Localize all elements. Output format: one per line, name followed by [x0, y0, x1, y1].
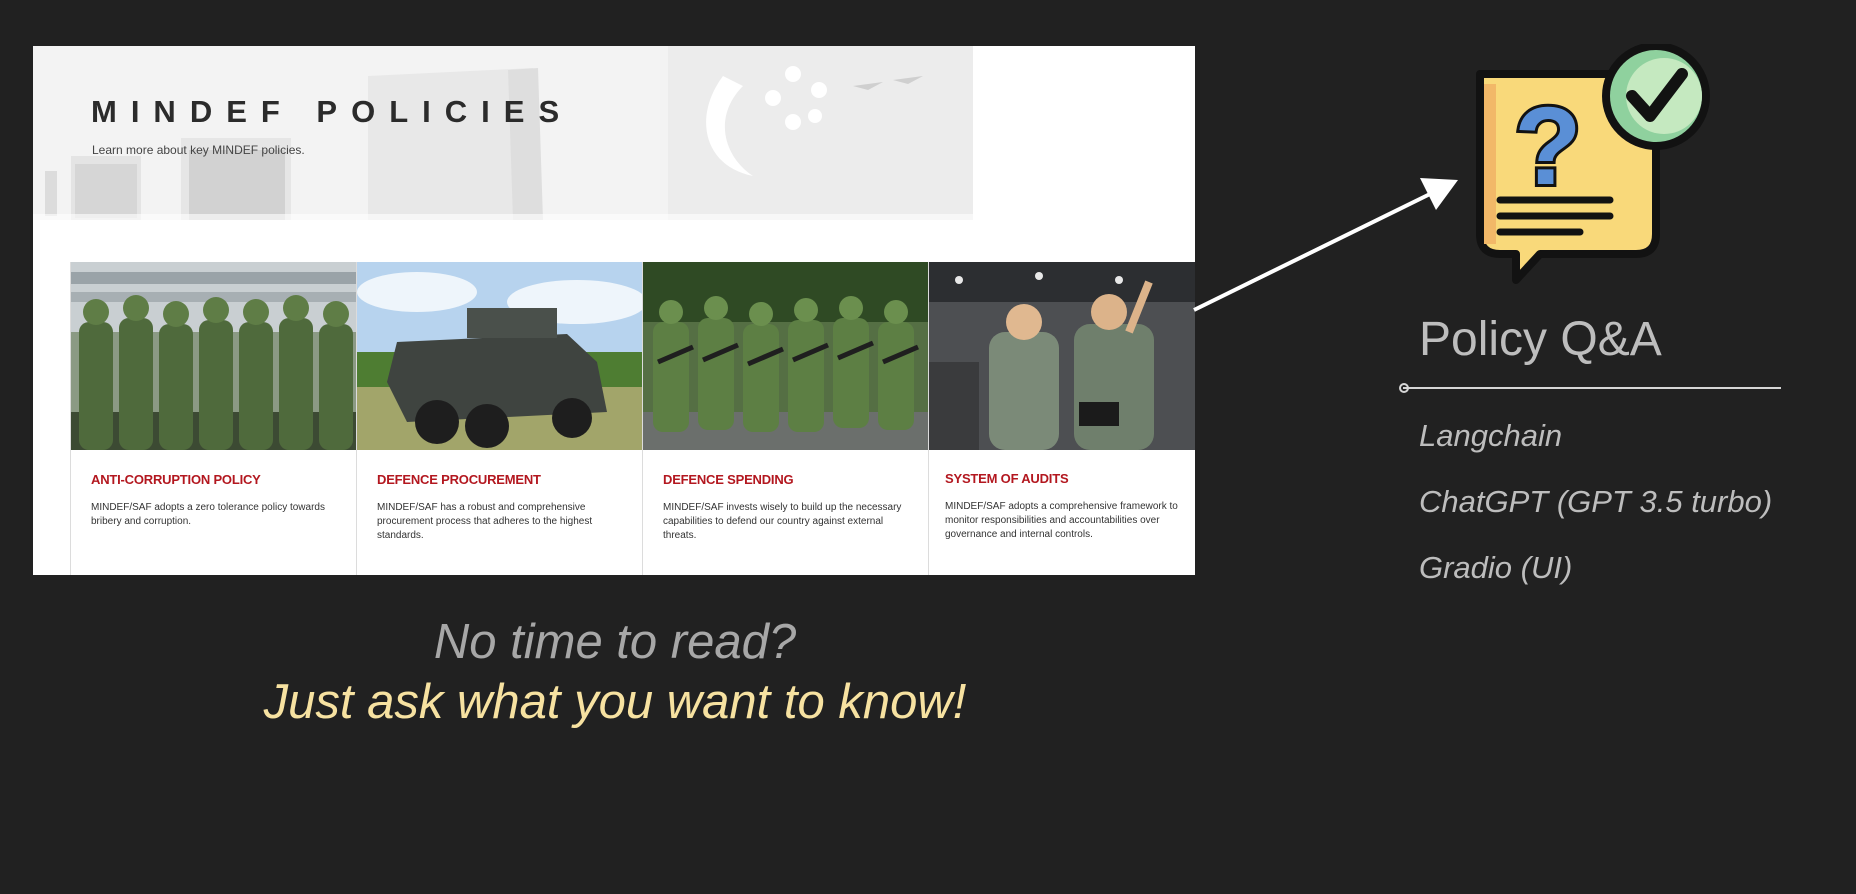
- card-description: MINDEF/SAF adopts a zero tolerance polic…: [91, 502, 325, 527]
- page-title: MINDEF POLICIES: [91, 94, 574, 129]
- officers-pointing-photo: [929, 262, 1195, 450]
- tech-item-langchain: Langchain: [1419, 418, 1563, 453]
- caption-highlight: Just ask what you want to know!: [263, 675, 967, 729]
- card-description: MINDEF/SAF has a robust and comprehensiv…: [377, 502, 593, 541]
- policy-card-system-of-audits[interactable]: SYSTEM OF AUDITS MINDEF/SAF adopts a com…: [928, 262, 1195, 575]
- card-title[interactable]: ANTI-CORRUPTION POLICY: [91, 472, 261, 487]
- policy-card-defence-procurement[interactable]: DEFENCE PROCUREMENT MINDEF/SAF has a rob…: [356, 262, 642, 575]
- card-title[interactable]: SYSTEM OF AUDITS: [945, 471, 1069, 486]
- question-chat-check-icon: ?: [1476, 44, 1710, 284]
- title-divider: [1403, 387, 1781, 389]
- policy-page-screenshot: MINDEF POLICIES Learn more about key MIN…: [33, 46, 1195, 575]
- tech-item-chatgpt: ChatGPT (GPT 3.5 turbo): [1419, 484, 1773, 519]
- policy-banner: MINDEF POLICIES Learn more about key MIN…: [33, 46, 1195, 220]
- svg-text:?: ?: [1514, 85, 1581, 208]
- tech-item-gradio: Gradio (UI): [1419, 550, 1573, 585]
- soldiers-saluting-photo: [71, 262, 356, 450]
- card-title[interactable]: DEFENCE PROCUREMENT: [377, 472, 541, 487]
- page-subtitle: Learn more about key MINDEF policies.: [92, 143, 305, 157]
- armoured-vehicle-photo: [357, 262, 642, 450]
- policy-cards: ANTI-CORRUPTION POLICY MINDEF/SAF adopts…: [70, 262, 1195, 575]
- policy-card-anti-corruption[interactable]: ANTI-CORRUPTION POLICY MINDEF/SAF adopts…: [70, 262, 356, 575]
- card-description: MINDEF/SAF adopts a comprehensive framew…: [945, 501, 1178, 540]
- policy-card-defence-spending[interactable]: DEFENCE SPENDING MINDEF/SAF invests wise…: [642, 262, 928, 575]
- arrow-icon: [1193, 178, 1458, 312]
- card-title[interactable]: DEFENCE SPENDING: [663, 472, 794, 487]
- card-description: MINDEF/SAF invests wisely to build up th…: [663, 502, 902, 541]
- qa-title: Policy Q&A: [1419, 313, 1662, 366]
- banner-background-image: [33, 46, 1195, 220]
- soldiers-marching-photo: [643, 262, 928, 450]
- caption-question: No time to read?: [433, 615, 797, 669]
